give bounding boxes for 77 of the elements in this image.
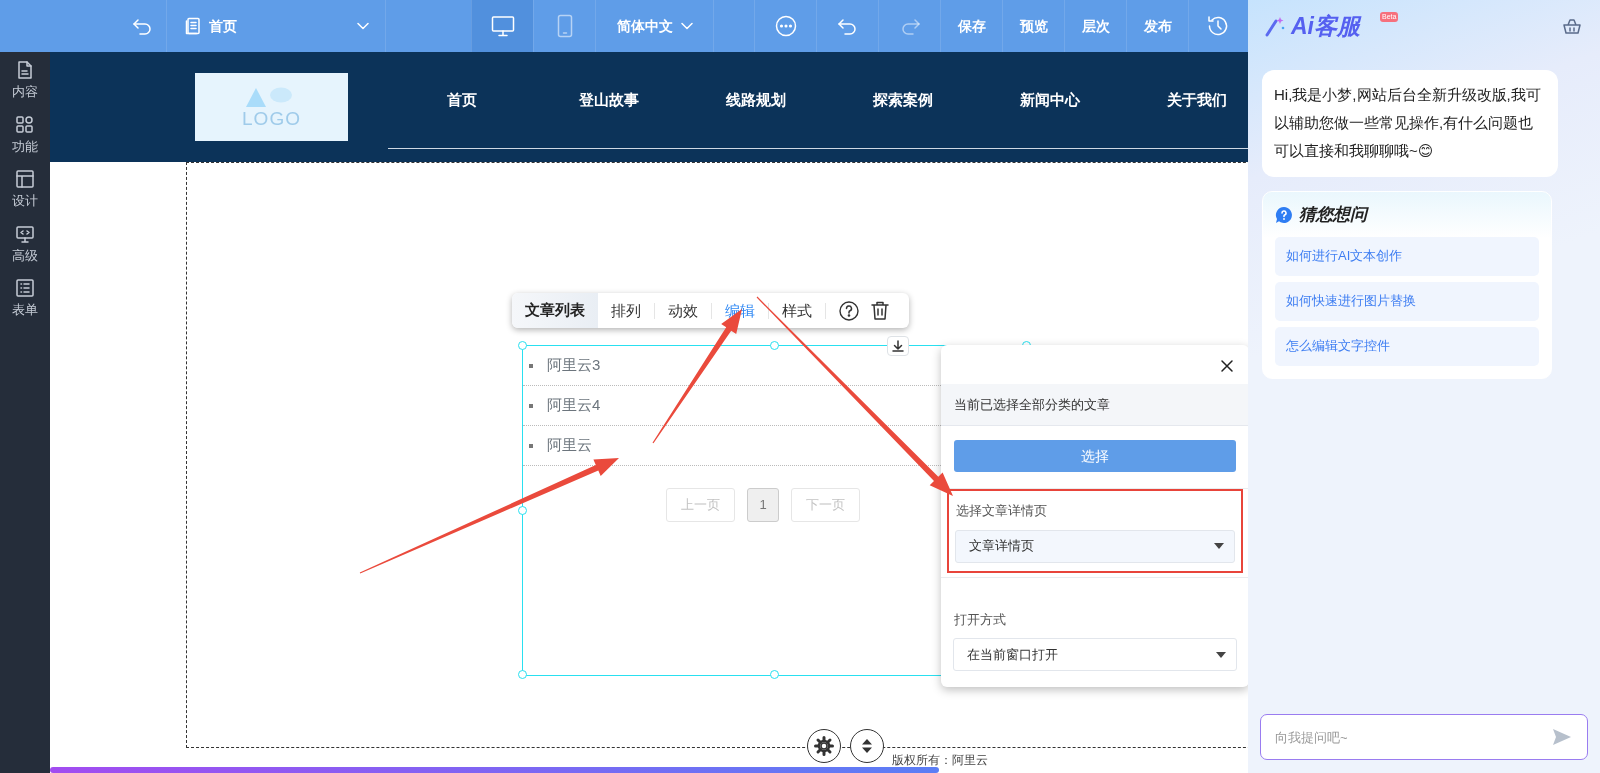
chevron-icon: [357, 22, 369, 30]
undo-icon[interactable]: [836, 17, 859, 35]
message-text: Hi,我是小梦,网站后台全新升级改版,我可以辅助您做一些常见操作,有什么问题也可以直接和我聊聊哦~😊: [1274, 86, 1541, 159]
footer-text: 版权所有：阿里云: [892, 752, 988, 769]
monitor-icon: [490, 15, 515, 37]
resize-handle[interactable]: [770, 341, 779, 350]
history-icon[interactable]: [1206, 14, 1230, 38]
send-icon[interactable]: [1552, 728, 1572, 746]
page-select[interactable]: 首页: [185, 15, 369, 37]
trash-icon[interactable]: [870, 299, 890, 322]
download-icon: [892, 340, 904, 352]
toolbar-button[interactable]: 预览: [1019, 15, 1048, 37]
tablet-icon: [556, 14, 573, 38]
select-button[interactable]: 选择: [954, 440, 1236, 472]
page-button[interactable]: 1: [747, 488, 779, 522]
monitor-code-icon: [15, 223, 35, 244]
nav-link[interactable]: 新闻中心: [976, 88, 1123, 112]
suggestion-heading: 猜您想问: [1299, 204, 1367, 226]
article-link[interactable]: 阿里云: [547, 434, 592, 457]
chat-input[interactable]: 向我提问吧~: [1260, 714, 1588, 760]
nav-link[interactable]: 首页: [388, 88, 535, 112]
sidebar-item[interactable]: 内容: [12, 60, 38, 102]
settings-button[interactable]: [807, 729, 841, 763]
toolbar-button[interactable]: 发布: [1143, 15, 1172, 37]
question-icon: [1275, 205, 1293, 224]
info-text: 当前已选择全部分类的文章: [954, 395, 1110, 414]
chevron-icon: [680, 22, 693, 30]
reorder-button[interactable]: [850, 729, 884, 763]
toolbar-button[interactable]: 层次: [1081, 15, 1110, 37]
scroll-bar[interactable]: [50, 767, 939, 773]
caret-icon: [1214, 543, 1224, 549]
suggestion-item[interactable]: 怎么编辑文字控件: [1275, 326, 1539, 366]
document-icon: [15, 60, 35, 80]
nav-link[interactable]: 登山故事: [535, 88, 682, 112]
up-down-icon: [861, 738, 873, 754]
caret-icon: [1216, 651, 1226, 658]
resize-handle[interactable]: [770, 670, 779, 679]
suggestion-item[interactable]: 如何快速进行图片替换: [1275, 281, 1539, 321]
field-label: 选择文章详情页: [956, 502, 1048, 520]
logo-shapes-icon: [244, 86, 295, 109]
undo-icon[interactable]: [132, 17, 154, 35]
widget-title: 文章列表: [512, 293, 598, 328]
basket-icon[interactable]: [1562, 17, 1582, 35]
settings-icon: [814, 736, 834, 756]
nav-link[interactable]: 探索案例: [829, 88, 976, 112]
sidebar-item[interactable]: 功能: [12, 114, 38, 156]
nav-link[interactable]: 线路规划: [682, 88, 829, 112]
sidebar-item[interactable]: 高级: [12, 223, 38, 265]
list-icon: [15, 278, 35, 298]
page-icon: [185, 17, 201, 35]
resize-handle[interactable]: [518, 341, 527, 350]
article-link[interactable]: 阿里云4: [547, 394, 601, 417]
close-icon[interactable]: [1220, 359, 1234, 373]
logo-text: LOGO: [242, 108, 301, 128]
bullet-icon: [529, 363, 533, 368]
dropdown-field[interactable]: 在当前窗口打开: [953, 638, 1237, 671]
grid-icon: [15, 114, 35, 135]
article-link[interactable]: 阿里云3: [547, 354, 601, 377]
dropdown-field[interactable]: 文章详情页: [955, 529, 1235, 563]
help-icon[interactable]: [838, 299, 860, 322]
assistant-title: Ai客服: [1291, 11, 1360, 41]
toolbar-button[interactable]: 保存: [957, 15, 986, 37]
sidebar-item[interactable]: 表单: [12, 278, 38, 320]
toolbar-tab[interactable]: 排列: [598, 302, 655, 319]
sidebar-item[interactable]: 设计: [12, 169, 38, 211]
bullet-icon: [529, 443, 533, 448]
download-button[interactable]: [887, 336, 909, 356]
layout-icon: [15, 169, 35, 189]
language-select[interactable]: 简体中文: [616, 15, 693, 37]
nav-link[interactable]: 关于我们: [1123, 88, 1248, 112]
suggestion-item[interactable]: 如何进行AI文本创作: [1275, 236, 1539, 276]
bullet-icon: [529, 403, 533, 408]
resize-handle[interactable]: [518, 670, 527, 679]
field-label: 打开方式: [954, 610, 1007, 629]
more-icon[interactable]: [774, 15, 797, 37]
resize-handle[interactable]: [518, 505, 527, 515]
toolbar-tab[interactable]: 动效: [655, 302, 712, 319]
